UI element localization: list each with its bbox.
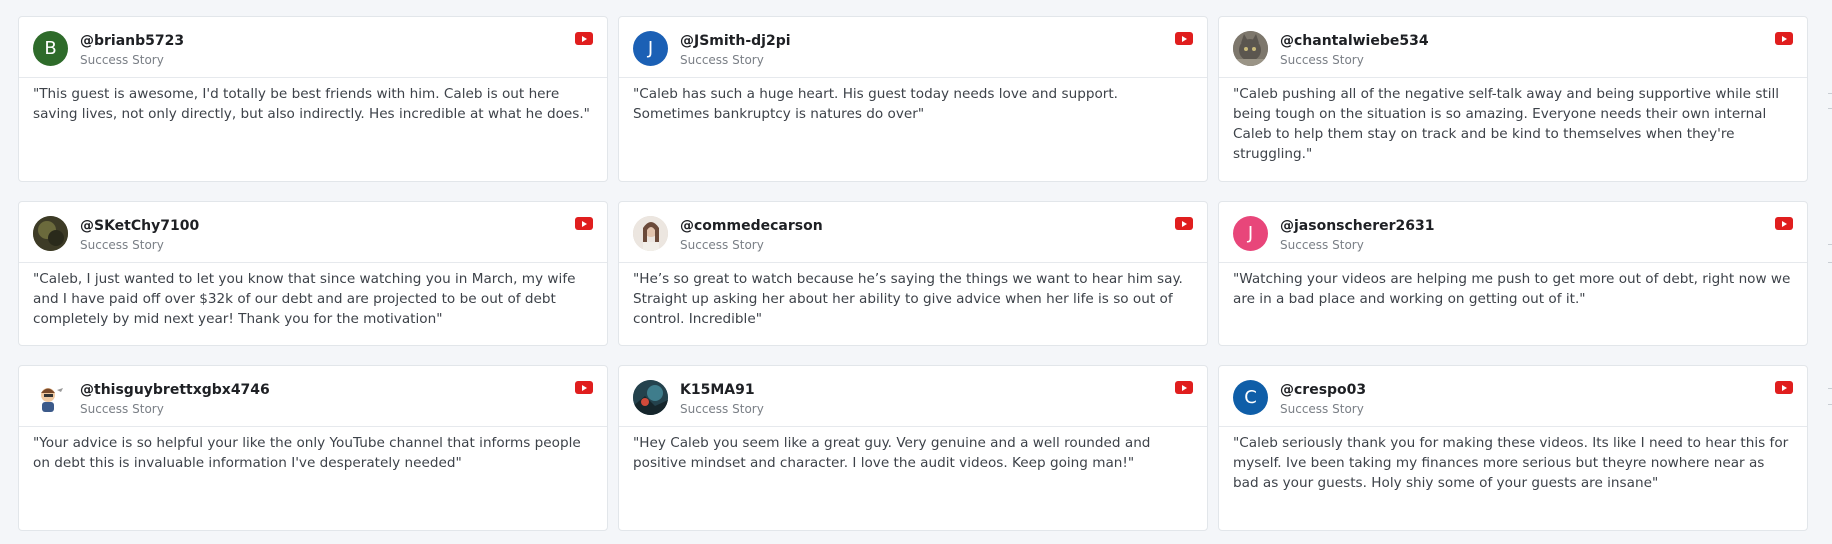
youtube-icon[interactable] (575, 381, 593, 394)
card-subtitle: Success Story (1280, 238, 1364, 252)
card-subtitle: Success Story (80, 238, 164, 252)
testimonial-card: @chantalwiebe534 Success Story "Caleb push… (1218, 16, 1808, 182)
testimonial-card: J @JSmith-dj2pi Success Story "Caleb has su… (618, 16, 1208, 182)
card-subtitle: Success Story (80, 402, 164, 416)
testimonial-text: "Caleb has such a huge heart. His guest … (633, 86, 1119, 122)
testimonial-text: "Your advice is so helpful your like the… (33, 435, 581, 471)
avatar[interactable]: J (1233, 216, 1268, 251)
testimonial-text: "Caleb, I just wanted to let you know th… (33, 271, 576, 327)
person-photo[interactable] (633, 216, 668, 251)
testimonial-card: @SKetChy7100 Success Story "Caleb, I just … (18, 201, 608, 346)
username-link[interactable]: @commedecarson (680, 218, 823, 234)
testimonial-text: "This guest is awesome, I'd totally be b… (33, 86, 590, 122)
card-header: C @crespo03 Success Story (1219, 366, 1807, 427)
testimonial-card: @commedecarson Success Story "He’s so grea… (618, 201, 1208, 346)
youtube-icon[interactable] (1775, 381, 1793, 394)
username-link[interactable]: @crespo03 (1280, 382, 1366, 398)
card-subtitle: Success Story (680, 402, 764, 416)
card-header: @chantalwiebe534 Success Story (1219, 17, 1807, 78)
card-header: @SKetChy7100 Success Story (19, 202, 607, 263)
username-link[interactable]: @brianb5723 (80, 33, 184, 49)
youtube-icon[interactable] (1175, 381, 1193, 394)
card-subtitle: Success Story (1280, 402, 1364, 416)
cartoon-avatar[interactable] (33, 380, 68, 415)
card-subtitle: Success Story (680, 238, 764, 252)
card-header: @commedecarson Success Story (619, 202, 1207, 263)
youtube-icon[interactable] (575, 32, 593, 45)
dark-photo[interactable] (33, 216, 68, 251)
testimonial-grid: B @brianb5723 Success Story "This guest is … (18, 16, 1808, 531)
card-subtitle: Success Story (1280, 53, 1364, 67)
youtube-icon[interactable] (1775, 32, 1793, 45)
avatar[interactable]: J (633, 31, 668, 66)
landscape-photo[interactable] (633, 380, 668, 415)
username-link[interactable]: K15MA91 (680, 382, 755, 398)
right-edge-marks (1826, 0, 1832, 544)
youtube-icon[interactable] (1175, 32, 1193, 45)
testimonial-text: "Watching your videos are helping me pus… (1233, 271, 1791, 307)
testimonial-text: "Caleb pushing all of the negative self-… (1233, 86, 1780, 162)
card-header: J @JSmith-dj2pi Success Story (619, 17, 1207, 78)
testimonial-card: B @brianb5723 Success Story "This guest is … (18, 16, 608, 182)
card-header: B @brianb5723 Success Story (19, 17, 607, 78)
testimonial-card: C @crespo03 Success Story "Caleb seriously … (1218, 365, 1808, 531)
username-link[interactable]: @JSmith-dj2pi (680, 33, 791, 49)
card-header: @thisguybrettxgbx4746 Success Story (19, 366, 607, 427)
testimonial-card: @thisguybrettxgbx4746 Success Story "Your … (18, 365, 608, 531)
username-link[interactable]: @SKetChy7100 (80, 218, 199, 234)
avatar[interactable]: C (1233, 380, 1268, 415)
youtube-icon[interactable] (1775, 217, 1793, 230)
card-header: J @jasonscherer2631 Success Story (1219, 202, 1807, 263)
testimonial-text: "Hey Caleb you seem like a great guy. Ve… (633, 435, 1151, 471)
cat-photo[interactable] (1233, 31, 1268, 66)
youtube-icon[interactable] (575, 217, 593, 230)
testimonial-text: "He’s so great to watch because he’s say… (633, 271, 1183, 327)
username-link[interactable]: @thisguybrettxgbx4746 (80, 382, 270, 398)
card-subtitle: Success Story (80, 53, 164, 67)
card-header: K15MA91 Success Story (619, 366, 1207, 427)
username-link[interactable]: @chantalwiebe534 (1280, 33, 1429, 49)
avatar[interactable]: B (33, 31, 68, 66)
youtube-icon[interactable] (1175, 217, 1193, 230)
testimonial-card: J @jasonscherer2631 Success Story "Watching… (1218, 201, 1808, 346)
card-subtitle: Success Story (680, 53, 764, 67)
username-link[interactable]: @jasonscherer2631 (1280, 218, 1435, 234)
testimonial-text: "Caleb seriously thank you for making th… (1233, 435, 1789, 491)
testimonial-card: K15MA91 Success Story "Hey Caleb you seem … (618, 365, 1208, 531)
